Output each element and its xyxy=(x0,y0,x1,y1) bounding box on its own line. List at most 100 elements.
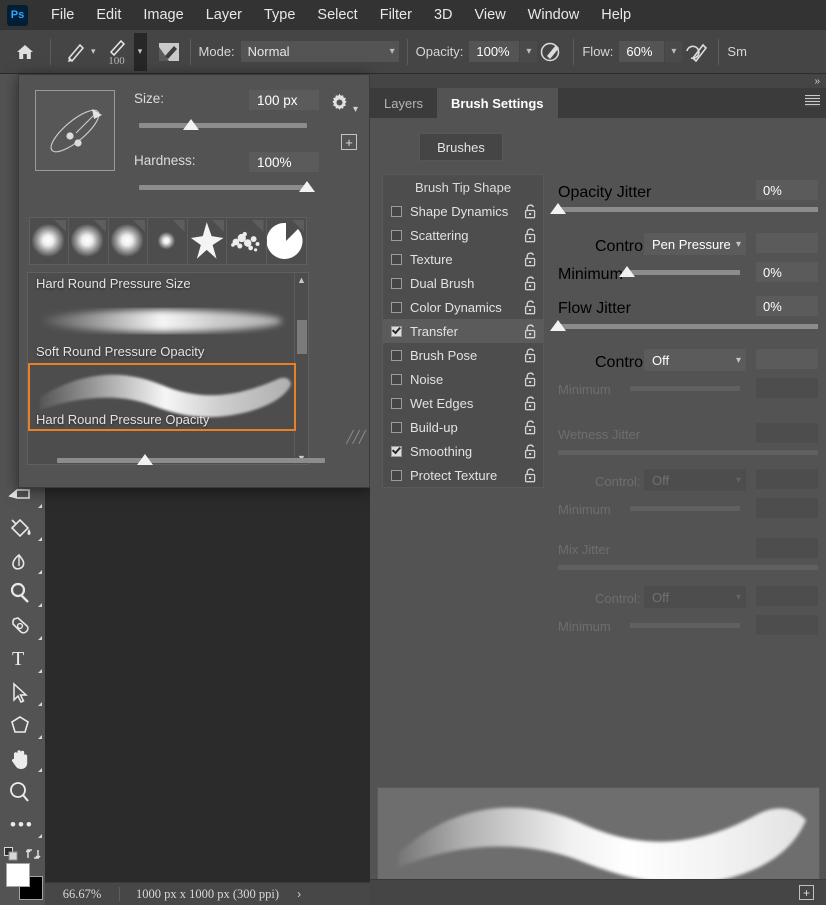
checkbox[interactable] xyxy=(391,469,402,481)
home-icon[interactable] xyxy=(8,43,42,61)
unlock-icon[interactable] xyxy=(524,420,537,440)
menu-item-file[interactable]: File xyxy=(40,4,85,26)
brush-thumbnail-hard-round-pacman[interactable] xyxy=(266,218,306,264)
size-input[interactable]: 100 px xyxy=(249,90,319,110)
smudge-tool[interactable] xyxy=(0,544,45,577)
unlock-icon[interactable] xyxy=(524,372,537,392)
paint-bucket-tool[interactable] xyxy=(0,511,45,544)
unlock-icon[interactable] xyxy=(524,276,537,296)
pressure-opacity-icon[interactable] xyxy=(537,41,565,63)
flow-jitter-track[interactable] xyxy=(558,324,818,329)
section-brush-pose[interactable]: Brush Pose xyxy=(383,343,543,367)
foreground-color-swatch[interactable] xyxy=(6,863,30,887)
brush-thumbnail-soft-round-pressure-opacity[interactable] xyxy=(69,218,109,264)
opacity-minimum-thumb[interactable] xyxy=(619,266,635,277)
opacity-minimum-value[interactable]: 0% xyxy=(756,262,818,282)
scrollbar-thumb[interactable] xyxy=(297,320,307,354)
section-dual-brush[interactable]: Dual Brush xyxy=(383,271,543,295)
tab-brush-settings[interactable]: Brush Settings xyxy=(437,88,558,118)
hardness-input[interactable]: 100% xyxy=(249,152,319,172)
plus-icon[interactable]: + xyxy=(799,885,814,900)
unlock-icon[interactable] xyxy=(524,300,537,320)
brush-thumbnail-soft-round-pressure-flow[interactable] xyxy=(109,218,149,264)
brush-preset-item[interactable]: Hard Round Pressure Opacity xyxy=(28,363,296,431)
unlock-icon[interactable] xyxy=(524,468,537,488)
unlock-icon[interactable] xyxy=(524,204,537,224)
section-color-dynamics[interactable]: Color Dynamics xyxy=(383,295,543,319)
menu-item-view[interactable]: View xyxy=(464,4,517,26)
menu-item-3d[interactable]: 3D xyxy=(423,4,464,26)
checkbox[interactable] xyxy=(391,397,402,409)
checkbox[interactable] xyxy=(391,325,402,337)
edit-toolbar-ellipsis-icon[interactable]: ••• xyxy=(0,808,45,841)
brush-thumbnail-spatter-brush[interactable] xyxy=(227,218,267,264)
opacity-minimum-track[interactable] xyxy=(630,270,740,275)
resize-grip-icon[interactable]: ╱╱╱ xyxy=(346,430,366,444)
brush-size-indicator[interactable]: 100 xyxy=(100,33,134,71)
brush-panel-icon[interactable] xyxy=(156,40,182,64)
menu-item-edit[interactable]: Edit xyxy=(85,4,132,26)
section-texture[interactable]: Texture xyxy=(383,247,543,271)
dodge-tool[interactable] xyxy=(0,577,45,610)
hardness-slider-thumb[interactable] xyxy=(299,181,315,192)
opacity-jitter-value[interactable]: 0% xyxy=(756,180,818,200)
menu-item-select[interactable]: Select xyxy=(306,4,368,26)
brushes-button[interactable]: Brushes xyxy=(419,133,503,161)
unlock-icon[interactable] xyxy=(524,252,537,272)
panel-menu-icon[interactable] xyxy=(805,95,820,107)
checkbox[interactable] xyxy=(391,373,402,385)
checkbox[interactable] xyxy=(391,229,402,241)
gear-icon[interactable]: ▾ xyxy=(330,93,358,117)
flow-jitter-thumb[interactable] xyxy=(550,320,566,331)
section-protect-texture[interactable]: Protect Texture xyxy=(383,463,543,487)
blend-mode-select[interactable]: Normal ▾ xyxy=(240,41,399,62)
menu-item-image[interactable]: Image xyxy=(132,4,194,26)
opacity-jitter-track[interactable] xyxy=(558,207,818,212)
zoom-tool[interactable] xyxy=(0,775,45,808)
hardness-slider-track[interactable] xyxy=(139,185,307,190)
chevron-up-icon[interactable]: ▲ xyxy=(295,273,308,286)
flow-stepper[interactable]: ▾ xyxy=(665,41,683,62)
zoom-level[interactable]: 66.67% xyxy=(45,887,119,902)
section-build-up[interactable]: Build-up xyxy=(383,415,543,439)
menu-item-layer[interactable]: Layer xyxy=(195,4,253,26)
checkbox[interactable] xyxy=(391,301,402,313)
section-transfer[interactable]: Transfer xyxy=(383,319,543,343)
menu-item-filter[interactable]: Filter xyxy=(369,4,423,26)
plus-icon[interactable]: + xyxy=(341,134,357,150)
checkbox[interactable] xyxy=(391,349,402,361)
checkbox[interactable] xyxy=(391,205,402,217)
unlock-icon[interactable] xyxy=(524,396,537,416)
section-shape-dynamics[interactable]: Shape Dynamics xyxy=(383,199,543,223)
opacity-stepper[interactable]: ▾ xyxy=(520,41,538,62)
brush-thumbnail-soft-round-pressure-size[interactable] xyxy=(30,218,70,264)
pen-tool[interactable] xyxy=(0,610,45,643)
preset-list-scrollbar[interactable]: ▲ ▼ xyxy=(294,273,308,464)
brush-preset-picker[interactable]: ▾ xyxy=(59,40,100,64)
size-slider-thumb[interactable] xyxy=(183,119,200,130)
unlock-icon[interactable] xyxy=(524,324,537,344)
chevron-down-icon[interactable]: ▾ xyxy=(91,47,96,56)
checkbox[interactable] xyxy=(391,445,402,457)
brush-thumbnail-star-brush[interactable] xyxy=(188,218,228,264)
flow-control-select[interactable]: Off ▾ xyxy=(644,349,746,371)
popup-bottom-slider-track[interactable] xyxy=(57,458,325,463)
chevron-right-icon[interactable]: › xyxy=(297,887,301,901)
brush-preset-item[interactable]: Soft Round Pressure Opacity xyxy=(28,295,296,363)
checkbox[interactable] xyxy=(391,253,402,265)
menu-item-window[interactable]: Window xyxy=(517,4,591,26)
unlock-icon[interactable] xyxy=(524,444,537,464)
chevron-double-right-icon[interactable]: » xyxy=(370,74,826,88)
unlock-icon[interactable] xyxy=(524,228,537,248)
popup-bottom-slider-thumb[interactable] xyxy=(137,454,154,465)
hand-tool[interactable] xyxy=(0,742,45,775)
section-noise[interactable]: Noise xyxy=(383,367,543,391)
opacity-input[interactable]: 100% xyxy=(469,41,520,62)
size-slider-track[interactable] xyxy=(139,123,307,128)
checkbox[interactable] xyxy=(391,277,402,289)
brush-thumbnail-soft-round-small[interactable] xyxy=(148,218,188,264)
flow-input[interactable]: 60% xyxy=(619,41,665,62)
brush-size-dropdown[interactable]: ▾ xyxy=(133,32,147,71)
path-selection-tool[interactable] xyxy=(0,676,45,709)
menu-item-help[interactable]: Help xyxy=(590,4,642,26)
